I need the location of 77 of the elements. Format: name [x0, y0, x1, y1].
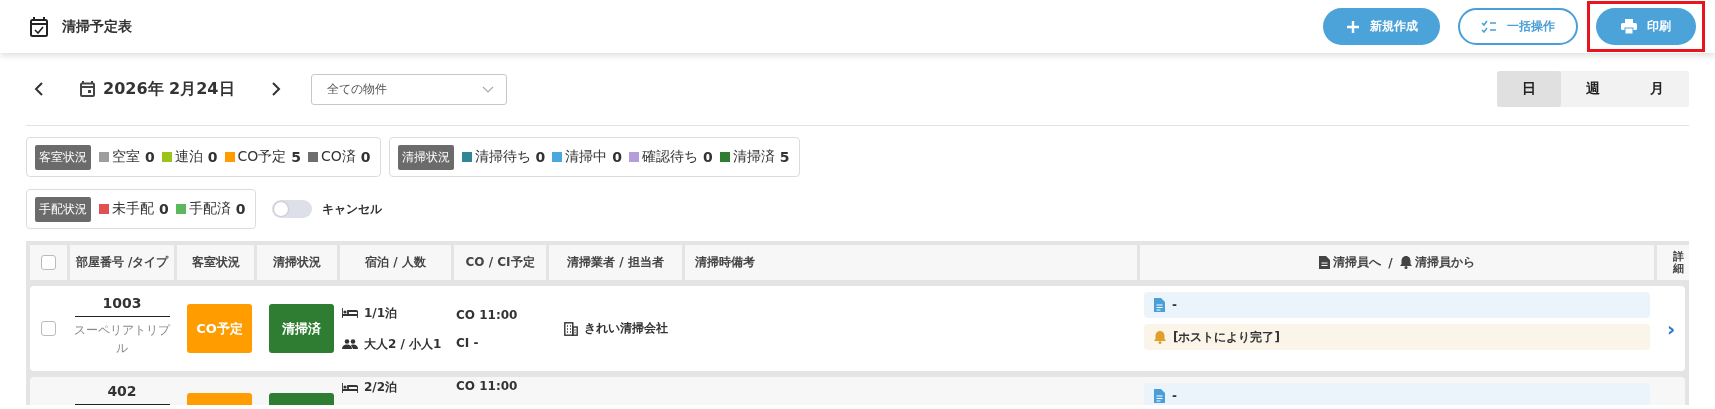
document-icon — [1319, 256, 1331, 269]
plus-icon — [1345, 19, 1360, 34]
legend-label: 連泊 — [174, 148, 203, 166]
column-header: 客室状況 — [191, 254, 240, 271]
page-title: 清掃予定表 — [62, 17, 132, 36]
legend-count: 0 — [207, 149, 218, 165]
note-text: - — [1172, 389, 1177, 403]
column-header: 清掃員から — [1414, 254, 1475, 271]
row-checkbox[interactable] — [41, 321, 56, 336]
room-number: 1003 — [74, 295, 170, 317]
column-header: 詳細 — [1671, 250, 1685, 275]
legend-count: 0 — [612, 149, 623, 165]
document-icon — [1154, 389, 1165, 403]
legend-count: 0 — [535, 149, 546, 165]
legend-label: 未手配 — [112, 200, 154, 218]
legend-title: 客室状況 — [35, 144, 91, 170]
cancel-toggle[interactable] — [271, 200, 312, 218]
current-date: 2026年 2月24日 — [103, 78, 235, 100]
bell-icon — [1399, 256, 1412, 269]
column-header: CO / CI予定 — [465, 254, 535, 271]
room-type: スーペリアトリプル — [73, 322, 172, 357]
chevron-left-icon — [34, 82, 44, 96]
column-header: 宿泊 / 人数 — [365, 254, 426, 271]
legend-count: 0 — [159, 201, 169, 217]
chevron-down-icon — [481, 85, 494, 93]
guests-text: 大人2 / 小人1 — [364, 335, 442, 353]
legend-title: 手配状況 — [35, 196, 91, 222]
legend-count: 0 — [703, 149, 713, 165]
room-status-badge: CO予定 — [187, 304, 252, 353]
legend-label: CO予定 — [237, 148, 287, 166]
note-text: [ホストにより完了] — [1173, 328, 1280, 346]
legend-count: 5 — [291, 149, 302, 165]
legend-label: CO済 — [321, 148, 356, 166]
note-text: - — [1172, 298, 1177, 312]
column-header: 清掃業者 / 担当者 — [567, 254, 664, 271]
bed-icon — [342, 382, 358, 393]
legend-label: 清掃済 — [732, 148, 775, 166]
printer-icon — [1621, 19, 1637, 34]
select-all-checkbox[interactable] — [41, 255, 56, 270]
table-row[interactable]: 1003 スーペリアトリプル CO予定 清掃済 1/1泊 大人2 / 小人1 CO 11:00 CI - きれい清掃会社 - [ホストにより完了] › — [30, 286, 1685, 371]
table-row[interactable]: 402 2/2泊 CO 11:00 - — [30, 377, 1685, 405]
cleaner-name: きれい清掃会社 — [583, 320, 668, 337]
view-tab[interactable]: 日 — [1497, 71, 1561, 107]
checkout-time: CO 11:00 — [456, 307, 518, 322]
column-header: 部屋番号 /タイプ — [75, 254, 169, 271]
detail-link[interactable]: › — [1666, 316, 1676, 341]
legend-label: 清掃待ち — [474, 148, 531, 166]
calendar-check-icon — [30, 16, 48, 37]
toggle-label: キャンセル — [321, 200, 382, 218]
separator-slash: / — [1388, 255, 1393, 270]
calendar-icon — [80, 81, 95, 97]
cleaning-status-badge: 清掃済 — [268, 304, 334, 353]
legend-count: 0 — [145, 149, 155, 165]
column-header: 清掃状況 — [273, 254, 321, 271]
legend-label: 空室 — [112, 148, 140, 166]
nights-text: 2/2泊 — [364, 379, 398, 396]
checkin-time: CI - — [456, 335, 479, 350]
document-icon — [1154, 298, 1165, 312]
bell-icon — [1154, 330, 1166, 344]
checkout-time: CO 11:00 — [456, 379, 518, 393]
bed-icon — [342, 308, 358, 318]
building-icon — [563, 321, 578, 336]
property-select[interactable]: 全ての物件 — [310, 73, 507, 105]
legend-count: 0 — [235, 201, 246, 217]
column-header: 清掃員へ — [1333, 254, 1382, 271]
people-icon — [342, 339, 358, 349]
legend-count: 5 — [779, 149, 790, 165]
legend-count: 0 — [360, 149, 371, 165]
legend-label: 確認待ち — [642, 148, 699, 166]
nights-text: 1/1泊 — [364, 304, 398, 322]
checklist-icon — [1481, 20, 1497, 33]
legend-label: 清掃中 — [565, 148, 608, 166]
chevron-right-icon — [270, 82, 281, 96]
legend-title: 清掃状況 — [397, 144, 454, 170]
room-number: 402 — [74, 383, 170, 405]
legend-label: 手配済 — [188, 200, 231, 218]
column-header: 清掃時備考 — [695, 254, 755, 271]
